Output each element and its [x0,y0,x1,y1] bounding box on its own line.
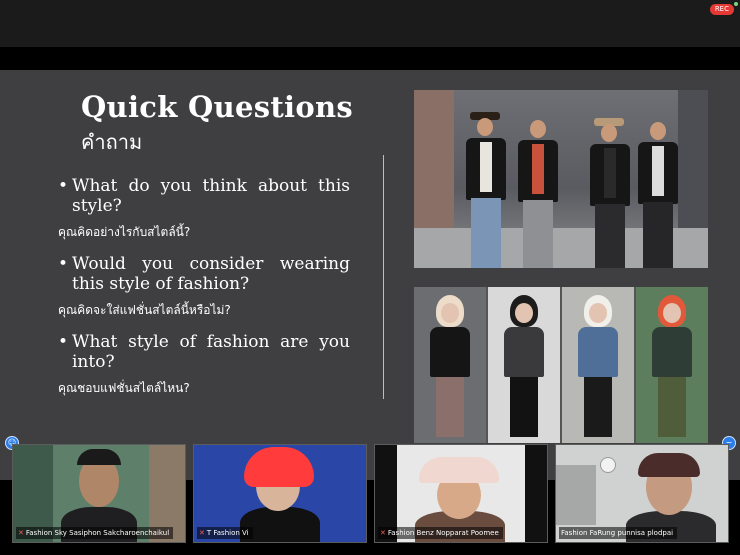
slide-title: Quick Questions [81,90,353,124]
participant-tile[interactable]: ✕ Fashion Sky Sasiphon Sakcharoenchaikul [12,444,186,543]
question-1-english: What do you think about this style? [72,176,350,216]
participant-tile[interactable]: Fashion FaRung punnisa plodpai [555,444,729,543]
participant-tile[interactable]: ✕ Fashion Benz Nopparat Poomee [374,444,548,543]
question-3-thai: คุณชอบแฟชั่นสไตล์ไหน? [58,381,190,395]
participant-tile[interactable]: ✕ T Fashion Vi [193,444,367,543]
question-1: • What do you think about this style? คุณ… [58,176,350,242]
question-2-thai: คุณคิดจะใส่แฟชั่นสไตล์นี้หรือไม่? [58,303,231,317]
street-style-men-photo [414,90,708,268]
recording-badge: REC [709,4,734,15]
participant-name-label: ✕ Fashion Sky Sasiphon Sakcharoenchaikul [16,527,174,539]
slide-subtitle: คำถาม [81,130,143,154]
participant-name-label: ✕ Fashion Benz Nopparat Poomee [378,527,503,539]
participant-name-label: ✕ T Fashion Vi [197,527,253,539]
question-3-english: What style of fashion are you into? [72,332,350,372]
muted-mic-icon: ✕ [380,529,386,537]
muted-mic-icon: ✕ [199,529,205,537]
question-2: • Would you consider wearing this style o… [58,254,350,320]
shared-screen-slide: Quick Questions คำถาม • What do you think… [0,70,740,480]
participant-name-label: Fashion FaRung punnisa plodpai [559,527,678,539]
question-3: • What style of fashion are you into? คุณ… [58,332,350,398]
question-2-english: Would you consider wearing this style of… [72,254,350,294]
question-1-thai: คุณคิดอย่างไรกับสไตล์นี้? [58,225,191,239]
street-style-women-collage [414,287,708,443]
video-gallery: ✕ Fashion Sky Sasiphon Sakcharoenchaikul … [0,441,740,543]
slide-divider [383,155,384,399]
status-dot [734,2,738,6]
meeting-top-bar: REC [0,0,740,47]
muted-mic-icon: ✕ [18,529,24,537]
